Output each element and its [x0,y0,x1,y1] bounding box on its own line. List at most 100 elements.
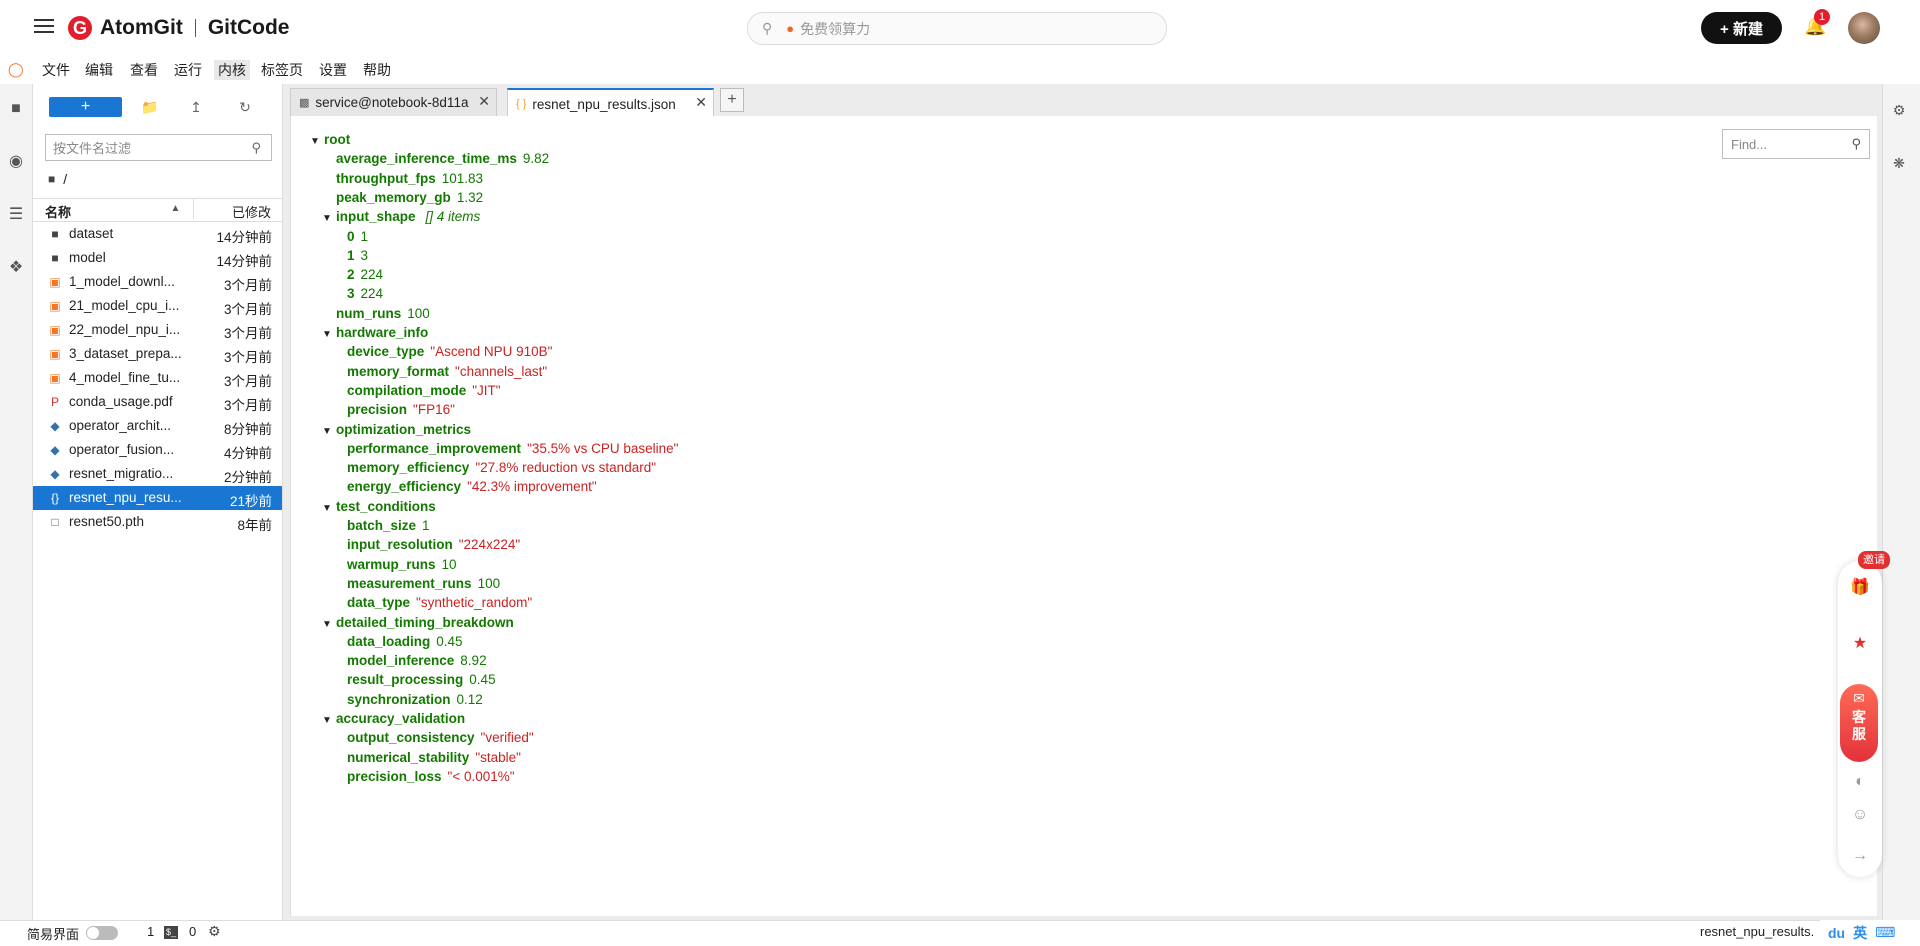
file-row[interactable]: ▣ 4_model_fine_tu... 3个月前 [33,366,282,390]
menu-tabs[interactable]: 标签页 [257,60,307,80]
menu-file[interactable]: 文件 [38,60,74,80]
json-array-meta: [] 4 items [425,209,481,225]
file-row[interactable]: ◆ operator_fusion... 4分钟前 [33,438,282,462]
user-avatar[interactable] [1848,12,1880,44]
find-input[interactable]: Find... ⚲ [1722,129,1870,159]
json-node[interactable]: ▼ input_shape [] 4 items [322,207,480,226]
smiley-icon[interactable]: ☺ [1844,799,1876,831]
tab-terminal[interactable]: ▩ service@notebook-8d11a ✕ [290,88,497,116]
menu-run[interactable]: 运行 [170,60,206,80]
json-node[interactable]: ▼ optimization_metrics [322,420,471,439]
breadcrumb[interactable]: ■ / [48,170,67,188]
json-value: "synthetic_random" [416,595,533,611]
new-button[interactable]: + 新建 [1701,12,1782,44]
file-row[interactable]: ■ model 14分钟前 [33,246,282,270]
json-value: "stable" [475,749,521,765]
gift-icon[interactable]: 🎁 [1844,571,1876,603]
file-row[interactable]: ◆ operator_archit... 8分钟前 [33,414,282,438]
global-search[interactable]: ⚲ ● 免费领算力 [747,12,1167,45]
column-name[interactable]: 名称 [45,202,71,221]
file-row[interactable]: {} resnet_npu_resu... 21秒前 [33,486,282,510]
kernel-status-icon[interactable]: ⚙ [208,923,221,940]
expand-toggle-icon[interactable]: ▼ [310,132,324,151]
json-node: result_processing 0.45 [347,670,496,689]
json-node: device_type "Ascend NPU 910B" [347,342,552,361]
new-launcher-button[interactable]: + [49,97,122,117]
json-node[interactable]: ▼ root [310,130,350,149]
new-folder-icon[interactable]: 📁 [140,98,160,116]
file-row[interactable]: ■ dataset 14分钟前 [33,222,282,246]
menu-kernel[interactable]: 内核 [214,60,250,80]
trophy-icon[interactable]: ★ [1844,627,1876,659]
add-tab-button[interactable]: + [720,88,744,112]
json-node[interactable]: ▼ test_conditions [322,497,436,516]
notebook-icon: ▣ [49,275,61,289]
json-node[interactable]: ▼ accuracy_validation [322,709,465,728]
json-node: input_resolution "224x224" [347,535,520,554]
file-name: operator_archit... [69,418,172,433]
running-sessions-icon[interactable]: ◉ [6,152,26,172]
ime-language[interactable]: 英 [1853,923,1867,943]
ime-toolbar[interactable]: du 英 ⌨ [1820,920,1920,945]
json-key: result_processing [347,672,464,688]
json-value: "42.3% improvement" [467,479,597,495]
upload-icon[interactable]: ↥ [186,98,206,116]
simple-mode-toggle[interactable] [86,926,118,940]
menu-edit[interactable]: 编辑 [81,60,117,80]
right-sidebar [1882,84,1920,920]
invite-badge[interactable]: 邀请 [1858,551,1890,569]
sort-ascending-icon[interactable]: ▲ [158,199,194,219]
json-node: memory_format "channels_last" [347,362,547,381]
json-value: 0.45 [436,633,463,649]
expand-toggle-icon[interactable]: ▼ [322,499,336,518]
customer-service-button[interactable]: ✉ 客服 [1840,684,1878,762]
json-key: data_loading [347,633,431,649]
menu-view[interactable]: 查看 [126,60,162,80]
file-row[interactable]: ◆ resnet_migratio... 2分钟前 [33,462,282,486]
table-of-contents-icon[interactable]: ☰ [6,205,26,225]
close-icon[interactable]: ✕ [478,93,490,110]
hamburger-menu-icon[interactable] [34,16,54,36]
refresh-icon[interactable]: ↻ [235,98,255,116]
close-icon[interactable]: ✕ [695,94,707,111]
file-name: resnet_npu_resu... [69,490,182,505]
menu-settings[interactable]: 设置 [315,60,351,80]
file-row[interactable]: Pconda_usage.pdf 3个月前 [33,390,282,414]
file-row[interactable]: ▣ 22_model_npu_i... 3个月前 [33,318,282,342]
folder-icon[interactable]: ■ [6,99,26,119]
menu-help[interactable]: 帮助 [359,60,395,80]
python-icon: ◆ [50,467,60,481]
file-row[interactable]: ▣ 3_dataset_prepa... 3个月前 [33,342,282,366]
file-row[interactable]: □ resnet50.pth 8年前 [33,510,282,534]
json-key: hardware_info [336,325,429,340]
folder-icon: ■ [51,227,59,241]
tab-label: service@notebook-8d11a [315,95,469,110]
site-logo[interactable]: G AtomGit GitCode [68,14,290,42]
debugger-bug-icon[interactable]: ❋ [1889,153,1909,173]
extension-puzzle-icon[interactable]: ❖ [6,258,26,278]
expand-toggle-icon[interactable]: ▼ [322,209,336,228]
expand-toggle-icon[interactable]: ▼ [322,325,336,344]
keyboard-icon[interactable]: ⌨ [1875,924,1895,941]
file-row[interactable]: ▣ 21_model_cpu_i... 3个月前 [33,294,282,318]
arrow-right-icon[interactable]: → [1844,840,1876,872]
file-filter-input[interactable]: 按文件名过滤 ⚲ [45,134,272,161]
expand-toggle-icon[interactable]: ▼ [322,615,336,634]
python-icon: ◆ [50,419,60,433]
tab-json-file[interactable]: { } resnet_npu_results.json ✕ [507,88,714,118]
ai-assistant-icon[interactable]: ◐ [1844,766,1876,798]
json-node[interactable]: ▼ detailed_timing_breakdown [322,613,514,632]
expand-toggle-icon[interactable]: ▼ [322,711,336,730]
expand-toggle-icon[interactable]: ▼ [322,422,336,441]
json-value: "27.8% reduction vs standard" [475,460,657,476]
property-inspector-icon[interactable]: ⚙ [1889,100,1909,120]
column-modified[interactable]: 已修改 [232,202,271,221]
breadcrumb-root[interactable]: / [63,171,67,187]
json-key: memory_format [347,363,450,379]
json-value: 10 [441,556,457,572]
file-icon: □ [51,515,59,529]
json-node[interactable]: ▼ hardware_info [322,323,428,342]
file-row[interactable]: ▣ 1_model_downl... 3个月前 [33,270,282,294]
json-value: "FP16" [413,402,455,418]
customer-service-label: 客服 [1852,709,1866,742]
